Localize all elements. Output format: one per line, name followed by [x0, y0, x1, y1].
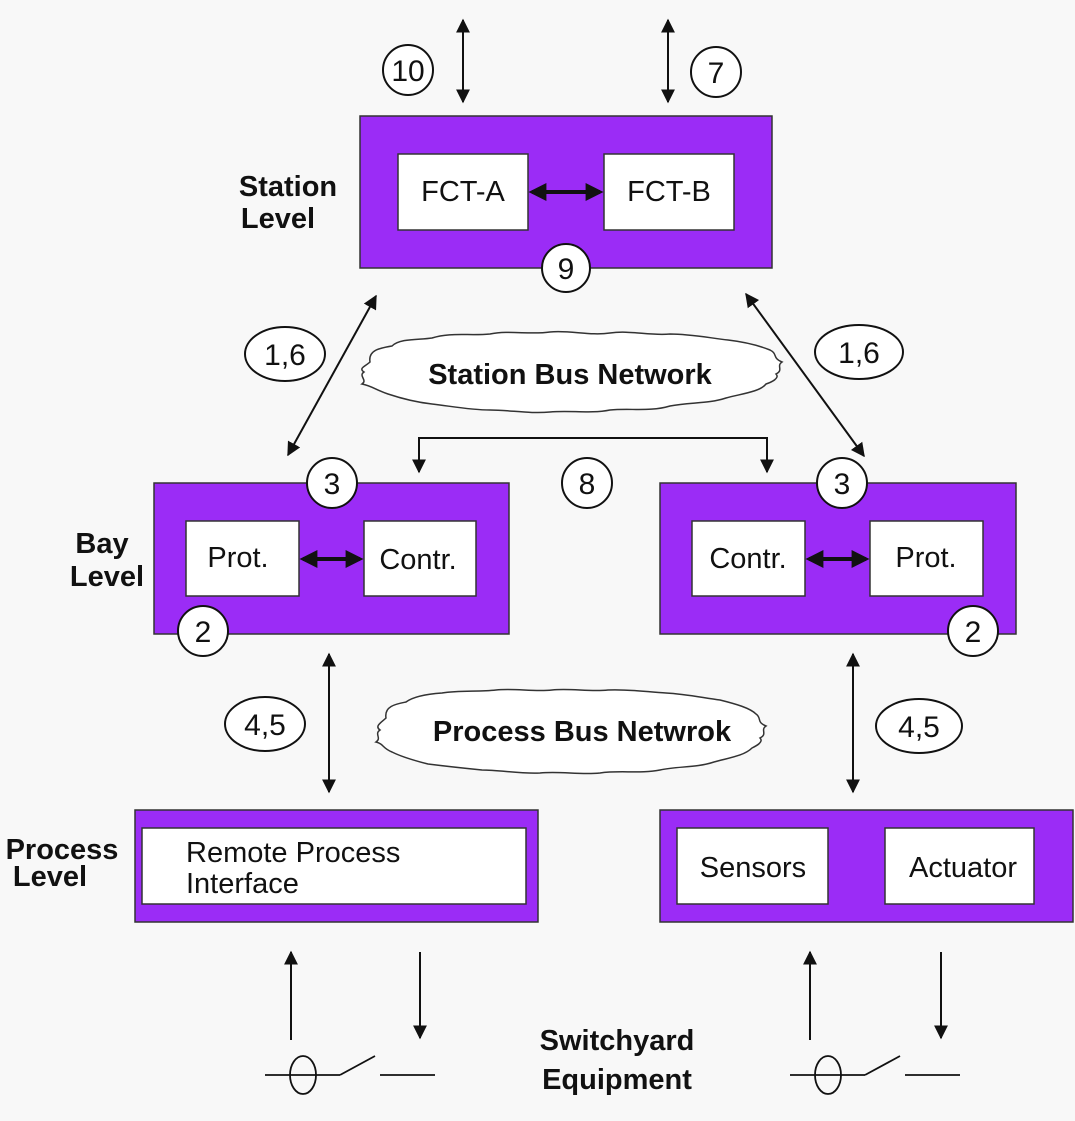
marker-1-6-right: 1,6 [814, 324, 904, 380]
svg-text:10: 10 [391, 55, 424, 88]
station-level-label-2: Level [241, 203, 315, 235]
marker-3-left: 3 [306, 457, 358, 509]
marker-3-right: 3 [816, 457, 868, 509]
svg-text:4,5: 4,5 [898, 711, 940, 744]
marker-2-left: 2 [177, 605, 229, 657]
fct-a-label: FCT-A [421, 176, 505, 208]
svg-text:2: 2 [965, 616, 982, 649]
svg-text:2: 2 [195, 616, 212, 649]
marker-4-5-right: 4,5 [875, 698, 963, 754]
bay-level-label: Bay [75, 528, 128, 560]
station-bus-label: Station Bus Network [428, 359, 712, 391]
svg-text:4,5: 4,5 [244, 709, 286, 742]
process-bus-cloud: Process Bus Netwrok [374, 688, 768, 775]
bay-right-contr-label: Contr. [709, 543, 786, 575]
remote-process-interface-label: Remote Process [186, 837, 400, 869]
svg-text:1,6: 1,6 [264, 339, 306, 372]
remote-process-interface-label-2: Interface [186, 868, 299, 900]
marker-10: 10 [382, 44, 434, 96]
process-level-label-2: Level [13, 861, 87, 893]
switchyard-label-2: Equipment [542, 1064, 692, 1096]
switch-symbol-right [790, 1055, 960, 1095]
switch-symbol-left [265, 1055, 435, 1095]
marker-4-5-left: 4,5 [224, 696, 306, 752]
bay-right-prot-label: Prot. [895, 542, 956, 574]
switchyard-label: Switchyard [540, 1025, 695, 1057]
fct-b-label: FCT-B [627, 176, 711, 208]
bay-left-contr-label: Contr. [379, 544, 456, 576]
marker-8: 8 [561, 457, 613, 509]
marker-7: 7 [690, 46, 742, 98]
bay-left-prot-label: Prot. [207, 542, 268, 574]
svg-text:3: 3 [834, 468, 851, 501]
marker-9: 9 [541, 243, 591, 293]
station-level-label: Station [239, 171, 337, 203]
sensors-label: Sensors [700, 852, 806, 884]
marker-2-right: 2 [947, 605, 999, 657]
process-bus-label: Process Bus Netwrok [433, 716, 732, 748]
marker-1-6-left: 1,6 [244, 326, 326, 382]
svg-text:8: 8 [579, 468, 596, 501]
svg-text:7: 7 [708, 57, 725, 90]
svg-text:3: 3 [324, 468, 341, 501]
substation-architecture-diagram: 10 7 Station Level FCT-A FCT-B 9 1,6 1,6… [6, 18, 1074, 1096]
station-bus-cloud: Station Bus Network [360, 330, 784, 414]
bay-level-label-2: Level [70, 561, 144, 593]
svg-text:9: 9 [558, 253, 575, 286]
actuator-label: Actuator [909, 852, 1017, 884]
svg-text:1,6: 1,6 [838, 337, 880, 370]
